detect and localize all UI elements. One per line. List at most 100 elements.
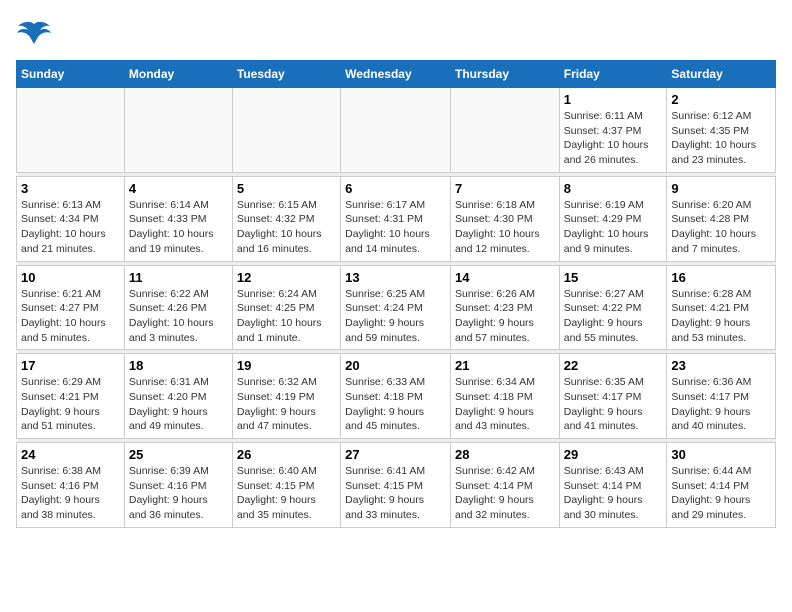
day-number: 23	[671, 358, 771, 373]
day-info: Sunrise: 6:19 AM Sunset: 4:29 PM Dayligh…	[564, 198, 663, 257]
calendar-cell: 14 Sunrise: 6:26 AM Sunset: 4:23 PM Dayli…	[450, 265, 559, 350]
calendar-cell	[450, 88, 559, 173]
calendar-cell: 7 Sunrise: 6:18 AM Sunset: 4:30 PM Daylig…	[450, 176, 559, 261]
day-info: Sunrise: 6:25 AM Sunset: 4:24 PM Dayligh…	[345, 287, 446, 346]
calendar-cell: 8 Sunrise: 6:19 AM Sunset: 4:29 PM Daylig…	[559, 176, 667, 261]
day-info: Sunrise: 6:15 AM Sunset: 4:32 PM Dayligh…	[237, 198, 336, 257]
calendar-cell	[232, 88, 340, 173]
day-number: 24	[21, 447, 120, 462]
day-info: Sunrise: 6:26 AM Sunset: 4:23 PM Dayligh…	[455, 287, 555, 346]
day-info: Sunrise: 6:20 AM Sunset: 4:28 PM Dayligh…	[671, 198, 771, 257]
day-info: Sunrise: 6:31 AM Sunset: 4:20 PM Dayligh…	[129, 375, 228, 434]
calendar-cell: 11 Sunrise: 6:22 AM Sunset: 4:26 PM Dayli…	[124, 265, 232, 350]
weekday-header-friday: Friday	[559, 61, 667, 88]
day-info: Sunrise: 6:29 AM Sunset: 4:21 PM Dayligh…	[21, 375, 120, 434]
day-info: Sunrise: 6:12 AM Sunset: 4:35 PM Dayligh…	[671, 109, 771, 168]
calendar-cell: 13Sunrise: 6:25 AM Sunset: 4:24 PM Dayli…	[341, 265, 451, 350]
calendar-cell: 5 Sunrise: 6:15 AM Sunset: 4:32 PM Daylig…	[232, 176, 340, 261]
day-number: 27	[345, 447, 446, 462]
calendar-cell: 10 Sunrise: 6:21 AM Sunset: 4:27 PM Dayli…	[17, 265, 125, 350]
day-info: Sunrise: 6:21 AM Sunset: 4:27 PM Dayligh…	[21, 287, 120, 346]
calendar-cell: 19 Sunrise: 6:32 AM Sunset: 4:19 PM Dayli…	[232, 354, 340, 439]
day-info: Sunrise: 6:44 AM Sunset: 4:14 PM Dayligh…	[671, 464, 771, 523]
calendar-header-row: SundayMondayTuesdayWednesdayThursdayFrid…	[17, 61, 776, 88]
day-number: 8	[564, 181, 663, 196]
day-info: Sunrise: 6:14 AM Sunset: 4:33 PM Dayligh…	[129, 198, 228, 257]
calendar-week-2: 3Sunrise: 6:13 AM Sunset: 4:34 PM Daylig…	[17, 176, 776, 261]
day-info: Sunrise: 6:39 AM Sunset: 4:16 PM Dayligh…	[129, 464, 228, 523]
calendar-cell: 12 Sunrise: 6:24 AM Sunset: 4:25 PM Dayli…	[232, 265, 340, 350]
day-info: Sunrise: 6:28 AM Sunset: 4:21 PM Dayligh…	[671, 287, 771, 346]
day-number: 16	[671, 270, 771, 285]
day-info: Sunrise: 6:41 AM Sunset: 4:15 PM Dayligh…	[345, 464, 446, 523]
calendar-table: SundayMondayTuesdayWednesdayThursdayFrid…	[16, 60, 776, 528]
day-number: 18	[129, 358, 228, 373]
day-info: Sunrise: 6:40 AM Sunset: 4:15 PM Dayligh…	[237, 464, 336, 523]
calendar-cell: 16 Sunrise: 6:28 AM Sunset: 4:21 PM Dayli…	[667, 265, 776, 350]
calendar-cell: 27 Sunrise: 6:41 AM Sunset: 4:15 PM Dayli…	[341, 443, 451, 528]
day-info: Sunrise: 6:42 AM Sunset: 4:14 PM Dayligh…	[455, 464, 555, 523]
calendar-cell: 25 Sunrise: 6:39 AM Sunset: 4:16 PM Dayli…	[124, 443, 232, 528]
calendar-cell	[341, 88, 451, 173]
day-number: 28	[455, 447, 555, 462]
calendar-cell: 1Sunrise: 6:11 AM Sunset: 4:37 PM Daylig…	[559, 88, 667, 173]
day-number: 17	[21, 358, 120, 373]
calendar-cell: 2 Sunrise: 6:12 AM Sunset: 4:35 PM Daylig…	[667, 88, 776, 173]
weekday-header-sunday: Sunday	[17, 61, 125, 88]
day-number: 25	[129, 447, 228, 462]
calendar-week-1: 1Sunrise: 6:11 AM Sunset: 4:37 PM Daylig…	[17, 88, 776, 173]
weekday-header-thursday: Thursday	[450, 61, 559, 88]
day-info: Sunrise: 6:32 AM Sunset: 4:19 PM Dayligh…	[237, 375, 336, 434]
day-number: 5	[237, 181, 336, 196]
calendar-cell: 28 Sunrise: 6:42 AM Sunset: 4:14 PM Dayli…	[450, 443, 559, 528]
day-number: 19	[237, 358, 336, 373]
day-number: 12	[237, 270, 336, 285]
weekday-header-saturday: Saturday	[667, 61, 776, 88]
calendar-cell: 22 Sunrise: 6:35 AM Sunset: 4:17 PM Dayli…	[559, 354, 667, 439]
calendar-cell: 3Sunrise: 6:13 AM Sunset: 4:34 PM Daylig…	[17, 176, 125, 261]
calendar-cell: 9 Sunrise: 6:20 AM Sunset: 4:28 PM Daylig…	[667, 176, 776, 261]
day-info: Sunrise: 6:13 AM Sunset: 4:34 PM Dayligh…	[21, 198, 120, 257]
calendar-cell: 30 Sunrise: 6:44 AM Sunset: 4:14 PM Dayli…	[667, 443, 776, 528]
calendar-cell: 4 Sunrise: 6:14 AM Sunset: 4:33 PM Daylig…	[124, 176, 232, 261]
day-info: Sunrise: 6:17 AM Sunset: 4:31 PM Dayligh…	[345, 198, 446, 257]
day-number: 26	[237, 447, 336, 462]
day-info: Sunrise: 6:27 AM Sunset: 4:22 PM Dayligh…	[564, 287, 663, 346]
day-number: 4	[129, 181, 228, 196]
day-number: 1	[564, 92, 663, 107]
day-info: Sunrise: 6:34 AM Sunset: 4:18 PM Dayligh…	[455, 375, 555, 434]
calendar-cell: 24 Sunrise: 6:38 AM Sunset: 4:16 PM Dayli…	[17, 443, 125, 528]
day-number: 2	[671, 92, 771, 107]
page-header	[16, 16, 776, 52]
calendar-cell: 15 Sunrise: 6:27 AM Sunset: 4:22 PM Dayli…	[559, 265, 667, 350]
calendar-cell: 17 Sunrise: 6:29 AM Sunset: 4:21 PM Dayli…	[17, 354, 125, 439]
day-number: 14	[455, 270, 555, 285]
day-number: 20	[345, 358, 446, 373]
day-info: Sunrise: 6:22 AM Sunset: 4:26 PM Dayligh…	[129, 287, 228, 346]
day-number: 10	[21, 270, 120, 285]
day-number: 30	[671, 447, 771, 462]
day-info: Sunrise: 6:38 AM Sunset: 4:16 PM Dayligh…	[21, 464, 120, 523]
calendar-cell: 26 Sunrise: 6:40 AM Sunset: 4:15 PM Dayli…	[232, 443, 340, 528]
day-info: Sunrise: 6:18 AM Sunset: 4:30 PM Dayligh…	[455, 198, 555, 257]
calendar-cell: 6 Sunrise: 6:17 AM Sunset: 4:31 PM Daylig…	[341, 176, 451, 261]
day-number: 7	[455, 181, 555, 196]
day-info: Sunrise: 6:43 AM Sunset: 4:14 PM Dayligh…	[564, 464, 663, 523]
day-number: 15	[564, 270, 663, 285]
day-info: Sunrise: 6:33 AM Sunset: 4:18 PM Dayligh…	[345, 375, 446, 434]
day-info: Sunrise: 6:24 AM Sunset: 4:25 PM Dayligh…	[237, 287, 336, 346]
day-number: 11	[129, 270, 228, 285]
calendar-cell: 20 Sunrise: 6:33 AM Sunset: 4:18 PM Dayli…	[341, 354, 451, 439]
day-number: 22	[564, 358, 663, 373]
weekday-header-wednesday: Wednesday	[341, 61, 451, 88]
day-number: 6	[345, 181, 446, 196]
calendar-cell: 23 Sunrise: 6:36 AM Sunset: 4:17 PM Dayli…	[667, 354, 776, 439]
day-number: 21	[455, 358, 555, 373]
day-info: Sunrise: 6:36 AM Sunset: 4:17 PM Dayligh…	[671, 375, 771, 434]
logo	[16, 16, 56, 52]
day-number: 29	[564, 447, 663, 462]
day-info: Sunrise: 6:35 AM Sunset: 4:17 PM Dayligh…	[564, 375, 663, 434]
logo-icon	[16, 16, 52, 52]
calendar-cell: 21 Sunrise: 6:34 AM Sunset: 4:18 PM Dayli…	[450, 354, 559, 439]
day-number: 9	[671, 181, 771, 196]
